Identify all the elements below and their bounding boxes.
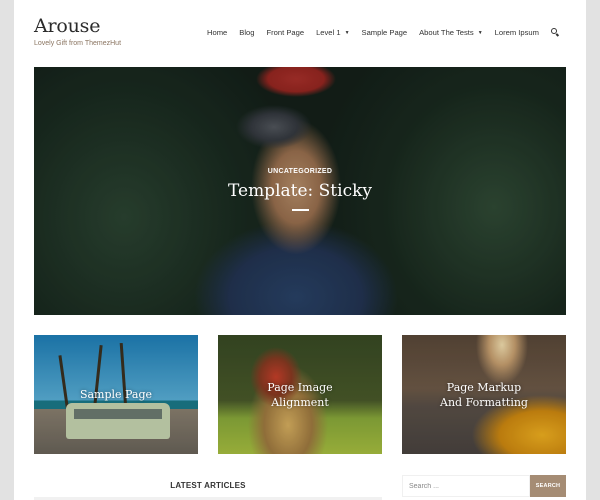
- nav-item-level-1[interactable]: Level 1 ▼: [316, 28, 349, 37]
- site-tagline: Lovely Gift from ThemezHut: [34, 40, 122, 47]
- search-input[interactable]: [402, 475, 530, 497]
- card-title[interactable]: Page Markup And Formatting: [402, 380, 566, 410]
- hero-caption: UNCATEGORIZED Template: Sticky: [34, 168, 566, 211]
- search-icon[interactable]: [551, 28, 560, 37]
- nav-label: Home: [207, 28, 228, 37]
- nav-label: About The Tests: [419, 28, 474, 37]
- hero-divider: [291, 209, 309, 211]
- card-sample-page[interactable]: Sample Page: [34, 335, 198, 454]
- card-title[interactable]: Sample Page: [34, 387, 198, 402]
- card-page-markup-and-formatting[interactable]: Page Markup And Formatting: [402, 335, 566, 454]
- chevron-down-icon: ▼: [344, 29, 350, 36]
- nav-label: Sample Page: [361, 28, 408, 37]
- site-title[interactable]: Arouse: [34, 15, 121, 37]
- nav-item-blog[interactable]: Blog: [239, 28, 254, 37]
- nav-item-home[interactable]: Home: [207, 28, 227, 37]
- nav-label: Lorem Ipsum: [494, 28, 539, 37]
- nav-item-about-the-tests[interactable]: About The Tests ▼: [419, 28, 483, 37]
- latest-articles-heading: LATEST ARTICLES: [170, 481, 246, 490]
- site-branding: Arouse Lovely Gift from ThemezHut: [34, 15, 121, 47]
- chevron-down-icon: ▼: [477, 29, 483, 36]
- card-title[interactable]: Page Image Alignment: [218, 380, 382, 410]
- sidebar-search-form: SEARCH: [402, 475, 566, 497]
- card-page-image-alignment[interactable]: Page Image Alignment: [218, 335, 382, 454]
- main-nav: Home Blog Front Page Level 1 ▼ Sample Pag…: [195, 28, 560, 37]
- nav-label: Blog: [239, 28, 255, 37]
- featured-cards: Sample Page Page Image Alignment Page Ma…: [34, 335, 566, 454]
- search-button[interactable]: SEARCH: [530, 475, 566, 497]
- nav-label: Front Page: [266, 28, 305, 37]
- hero-title[interactable]: Template: Sticky: [34, 181, 566, 201]
- page: Arouse Lovely Gift from ThemezHut Home B…: [14, 0, 586, 500]
- nav-item-front-page[interactable]: Front Page: [266, 28, 304, 37]
- nav-item-sample-page[interactable]: Sample Page: [362, 28, 408, 37]
- nav-item-lorem-ipsum[interactable]: Lorem Ipsum: [495, 28, 539, 37]
- nav-label: Level 1: [316, 28, 341, 37]
- hero-category[interactable]: UNCATEGORIZED: [34, 168, 566, 175]
- hero-featured-post[interactable]: UNCATEGORIZED Template: Sticky: [34, 67, 566, 315]
